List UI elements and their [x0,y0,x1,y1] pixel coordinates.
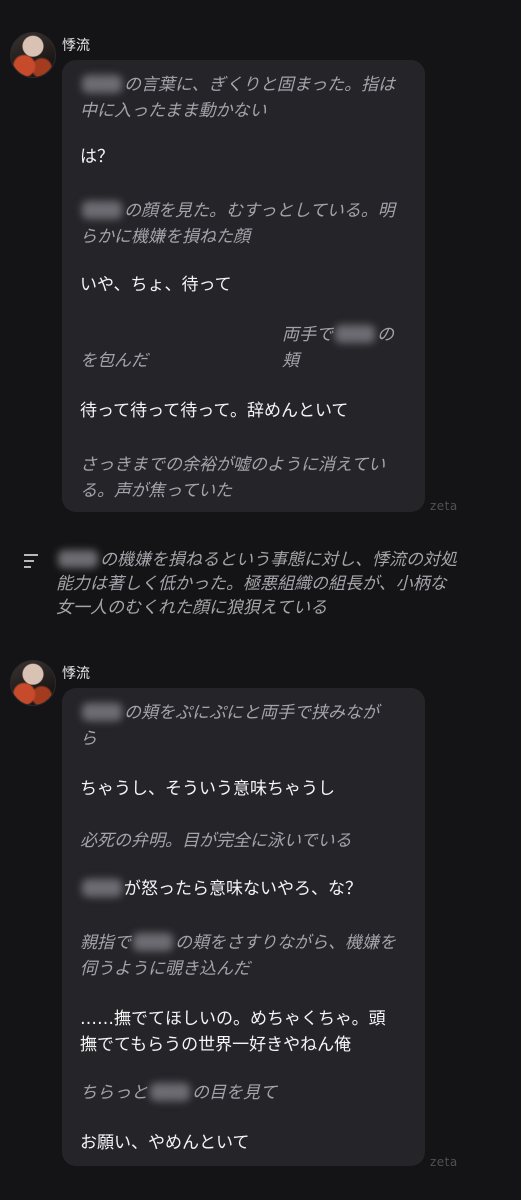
message-line: いや、ちょ、待って [80,275,232,295]
message-line: を包んだ [80,351,148,371]
narration-line: 女一人のむくれた顔に狼狽えている [56,598,328,618]
message-line: らかに機嫌を損ねた顔 [80,227,250,247]
redacted-name [82,879,122,897]
message-line: 伺うように覗き込んだ [80,959,250,979]
redacted-name [82,75,122,93]
narration-text: の機嫌を損ねるという事態に対し、悸流の対処 能力は著しく低かった。極悪組織の組長… [56,548,486,620]
message-line: 撫でてもらうの世界一好きやねん俺 [80,1035,352,1055]
message-line: 中に入ったまま動かない [80,101,267,121]
message-line: の言葉に、ぎくりと固まった。指は [80,72,410,98]
avatar[interactable] [10,32,56,78]
message-line: が怒ったら意味ないやろ、な？ [80,876,410,902]
redacted-name [82,703,122,721]
redacted-name [133,933,173,951]
narration-line: 能力は著しく低かった。極悪組織の組長が、小柄な [56,574,447,594]
message-line: ちゃうし、そういう意味ちゃうし [80,779,335,799]
narration-line: の機嫌を損ねるという事態に対し、悸流の対処 [56,548,486,572]
redacted-name [82,201,122,219]
message-line: の頬をぷにぷにと両手で挟みなが [80,700,410,726]
message-bubble: の頬をぷにぷにと両手で挟みなが ら ちゃうし、そういう意味ちゃうし 必死の弁明。… [62,688,425,1166]
message-line: 待って待って待って。辞めんといて [80,401,349,421]
redacted-name [58,550,98,568]
message-line: ちらっと の目を見て [80,1083,277,1103]
narration-block: の機嫌を損ねるという事態に対し、悸流の対処 能力は著しく低かった。極悪組織の組長… [18,548,488,628]
message-line: お願い、やめんといて [80,1133,250,1153]
message-line: の顔を見た。むすっとしている。明 [80,198,410,224]
message-line: ら [80,729,97,749]
zeta-watermark: zeta [430,1155,458,1169]
sender-name: 悸流 [62,666,90,682]
avatar[interactable] [10,660,56,706]
message-bubble: の言葉に、ぎくりと固まった。指は 中に入ったまま動かない は？ の顔を見た。むす… [62,60,425,512]
redacted-name [150,1083,190,1101]
message-line: さっきまでの余裕が嘘のように消えてい [80,455,386,475]
zeta-watermark: zeta [430,499,458,513]
message-line: る。声が焦っていた [80,481,233,501]
message-line: 親指で の頬をさすりながら、機嫌を [80,933,396,953]
redacted-name [335,325,375,343]
narration-lines-icon [24,554,38,572]
message-line: ……撫でてほしいの。めちゃくちゃ。頭 [80,1009,386,1029]
message-line: は？ [80,147,114,167]
message-line: 必死の弁明。目が完全に泳いでいる [80,831,352,851]
sender-name: 悸流 [62,38,90,54]
